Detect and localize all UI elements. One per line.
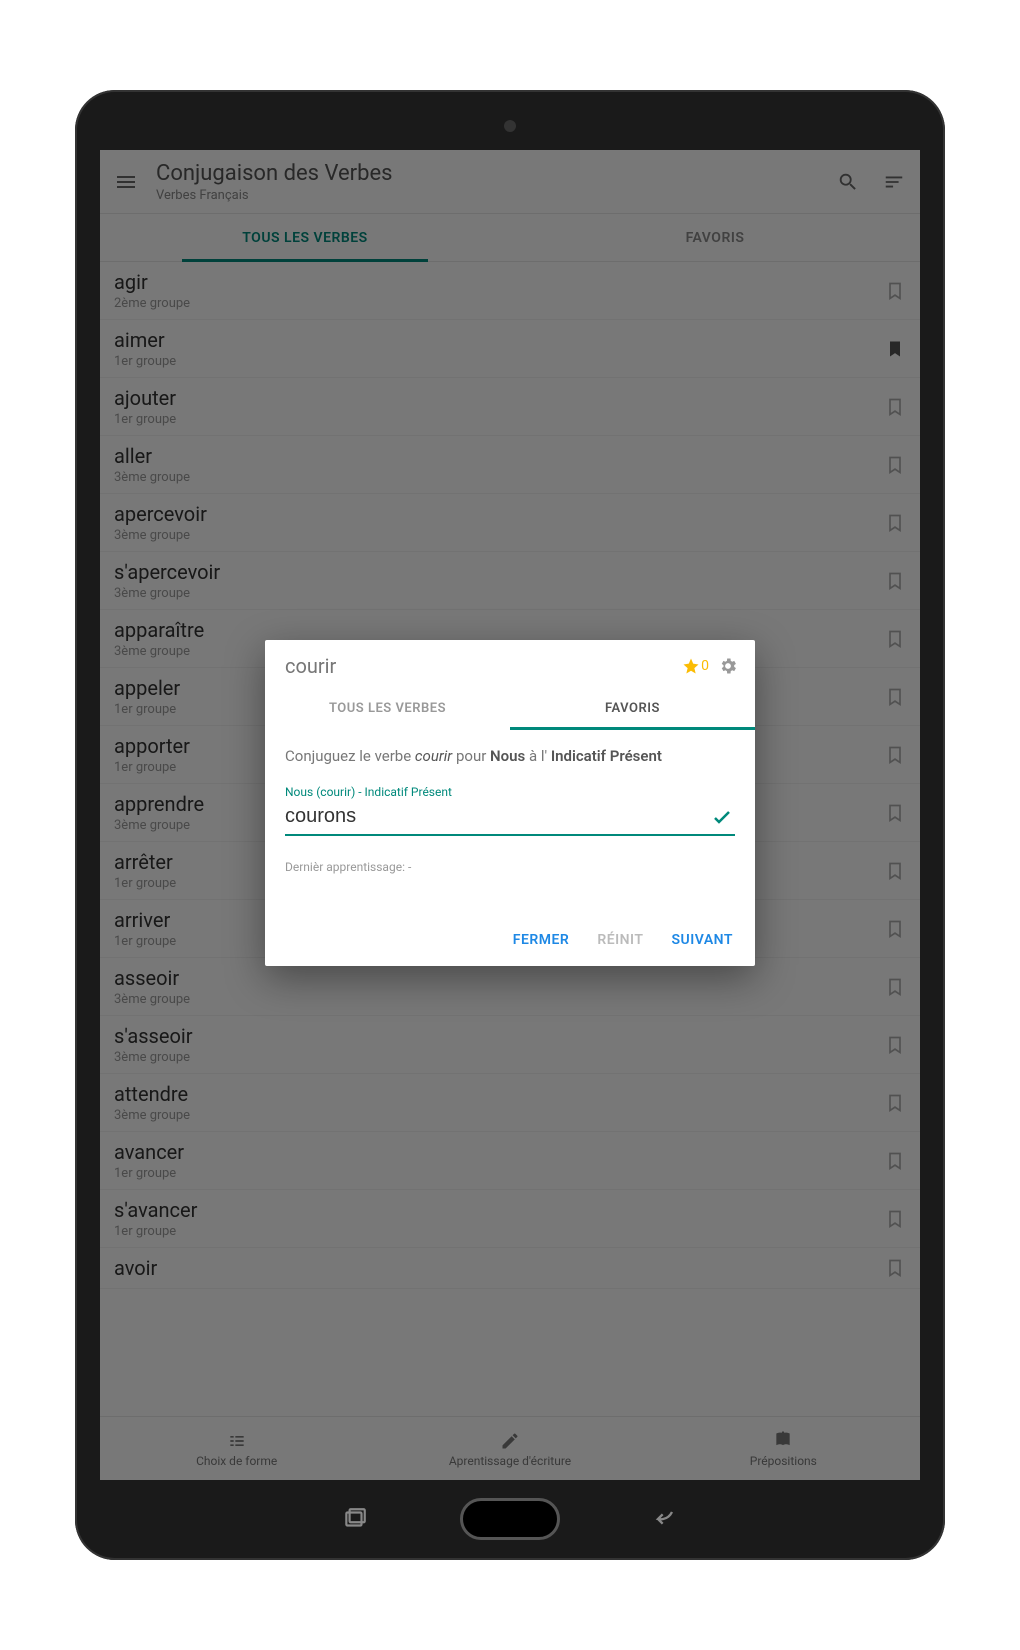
dialog-tabs: TOUS LES VERBES FAVORIS xyxy=(265,686,755,730)
check-icon xyxy=(709,804,735,830)
dialog-actions: FERMER RÉINIT SUIVANT xyxy=(265,912,755,966)
close-button[interactable]: FERMER xyxy=(513,932,570,948)
camera-dot xyxy=(504,120,516,132)
gear-icon[interactable] xyxy=(717,655,739,677)
answer-field-wrap xyxy=(285,801,735,836)
conjugation-prompt: Conjuguez le verbe courir pour Nous à l'… xyxy=(285,746,735,767)
screen: Conjugaison des Verbes Verbes Français T… xyxy=(100,150,920,1480)
star-score[interactable]: 0 xyxy=(682,657,709,675)
dialog-tab-favorites[interactable]: FAVORIS xyxy=(510,686,755,730)
field-label: Nous (courir) - Indicatif Présent xyxy=(285,785,735,799)
star-count: 0 xyxy=(701,658,709,674)
dialog-title: courir xyxy=(285,654,674,678)
last-learning: Dernièr apprentissage: - xyxy=(285,860,735,874)
next-button[interactable]: SUIVANT xyxy=(671,932,733,948)
home-button[interactable] xyxy=(460,1498,560,1540)
practice-dialog: courir 0 TOUS LES VERBES FAVORIS Conjugu… xyxy=(265,640,755,966)
tablet-frame: Conjugaison des Verbes Verbes Français T… xyxy=(75,90,945,1560)
dialog-header: courir 0 xyxy=(265,640,755,686)
answer-input[interactable] xyxy=(285,801,709,834)
back-icon[interactable] xyxy=(650,1504,680,1534)
recents-icon[interactable] xyxy=(340,1504,370,1534)
dialog-tab-all[interactable]: TOUS LES VERBES xyxy=(265,686,510,730)
reset-button[interactable]: RÉINIT xyxy=(597,932,643,948)
dialog-body: Conjuguez le verbe courir pour Nous à l'… xyxy=(265,730,755,882)
hardware-buttons xyxy=(75,1498,945,1540)
